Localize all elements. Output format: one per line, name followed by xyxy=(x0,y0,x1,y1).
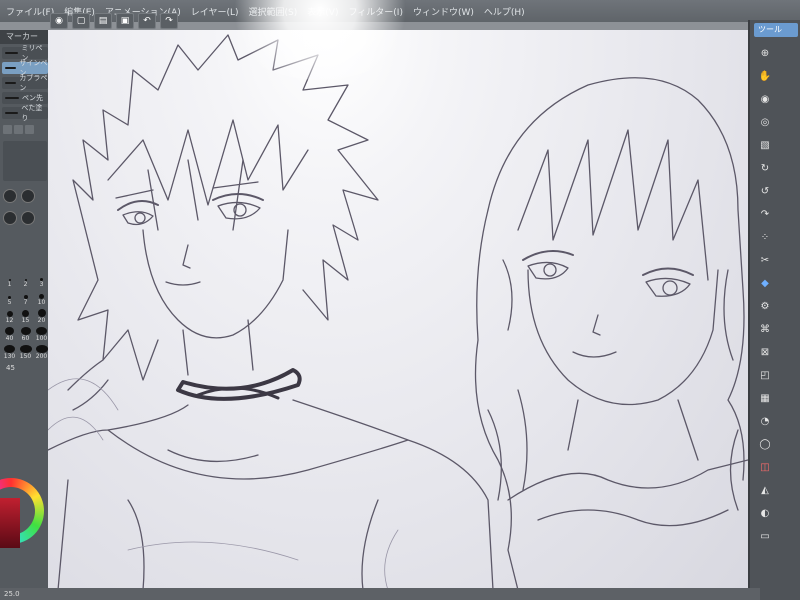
zoom-in-icon[interactable]: ⊕ xyxy=(758,46,772,60)
lineart-drawing xyxy=(48,34,748,590)
tool-panel: ツール ⊕ ✋ ◉ ◎ ▧ ↻ ↺ ↷ ⁘ ✂ ◆ ⚙ ⌘ ⊠ ◰ ▦ ◔ ◯ … xyxy=(748,20,800,600)
brush-size-option[interactable]: 130 xyxy=(3,345,16,360)
brush-preview xyxy=(3,141,47,181)
redo-icon[interactable]: ↷ xyxy=(160,13,178,29)
tool-list: ⊕ ✋ ◉ ◎ ▧ ↻ ↺ ↷ ⁘ ✂ ◆ ⚙ ⌘ ⊠ ◰ ▦ ◔ ◯ ◫ ◭ … xyxy=(753,40,777,543)
drawing-canvas[interactable] xyxy=(48,30,748,590)
brush-icon[interactable]: ◆ xyxy=(758,276,772,290)
sub-tool-icons xyxy=(0,122,50,137)
property-controls-2 xyxy=(0,207,50,229)
brush-size-option[interactable]: 1 xyxy=(3,273,16,288)
figure-icon[interactable]: ◔ xyxy=(758,414,772,428)
dial-icon[interactable] xyxy=(21,189,35,203)
undo-icon[interactable]: ↶ xyxy=(138,13,156,29)
dial-icon[interactable] xyxy=(3,189,17,203)
hand-icon[interactable]: ✋ xyxy=(758,69,772,83)
status-bar: 25.0 xyxy=(0,588,760,600)
pencil-icon[interactable]: ✂ xyxy=(758,253,772,267)
lasso-icon[interactable]: ↻ xyxy=(758,161,772,175)
blend-icon[interactable]: ⊠ xyxy=(758,345,772,359)
tool-panel-tab[interactable]: ツール xyxy=(754,23,798,37)
open-file-icon[interactable]: ▤ xyxy=(94,13,112,29)
brush-item[interactable]: べた塗り xyxy=(2,104,48,122)
brush-size-option[interactable]: 15 xyxy=(19,309,32,324)
app-logo-icon[interactable]: ◉ xyxy=(50,13,68,29)
property-controls xyxy=(0,185,50,207)
primary-color-swatch[interactable] xyxy=(0,498,20,548)
right-character-sketch xyxy=(474,77,748,590)
dial-icon[interactable] xyxy=(21,211,35,225)
gradient-icon[interactable]: ▦ xyxy=(758,391,772,405)
line-correction-icon[interactable]: ◭ xyxy=(758,483,772,497)
delete-icon[interactable] xyxy=(14,125,23,134)
brush-size-option[interactable]: 7 xyxy=(19,291,32,306)
selection-icon[interactable]: ▧ xyxy=(758,138,772,152)
sub-tool-header: マーカー xyxy=(0,30,50,44)
brush-size-option[interactable]: 12 xyxy=(3,309,16,324)
dial-icon[interactable] xyxy=(3,211,17,225)
pen-icon[interactable]: ⁘ xyxy=(758,230,772,244)
brush-size-option[interactable]: 3 xyxy=(35,273,48,288)
brush-size-option[interactable]: 100 xyxy=(35,327,48,342)
copy-icon[interactable] xyxy=(3,125,12,134)
brush-size-grid: 1 2 3 5 7 10 12 15 20 40 60 100 130 150 … xyxy=(0,269,50,364)
brush-size-option[interactable]: 150 xyxy=(19,345,32,360)
correction-icon[interactable]: ◐ xyxy=(758,506,772,520)
brush-size-option[interactable]: 2 xyxy=(19,273,32,288)
magic-wand-icon[interactable]: ↺ xyxy=(758,184,772,198)
command-toolbar: ◉ ▢ ▤ ▣ ↶ ↷ xyxy=(50,10,740,32)
eraser-icon[interactable]: ⌘ xyxy=(758,322,772,336)
settings-icon[interactable] xyxy=(25,125,34,134)
brush-item[interactable]: カブラペン xyxy=(2,74,48,92)
operation-icon[interactable]: ◉ xyxy=(758,92,772,106)
eyedropper-icon[interactable]: ↷ xyxy=(758,207,772,221)
move-layer-icon[interactable]: ◎ xyxy=(758,115,772,129)
zoom-readout: 25.0 xyxy=(4,590,20,598)
brush-size-option[interactable]: 5 xyxy=(3,291,16,306)
save-icon[interactable]: ▣ xyxy=(116,13,134,29)
brush-size-option[interactable]: 200 xyxy=(35,345,48,360)
balloon-icon[interactable]: ◫ xyxy=(758,460,772,474)
size-value: 45 xyxy=(6,364,15,372)
fill-icon[interactable]: ◰ xyxy=(758,368,772,382)
brush-size-option[interactable]: 60 xyxy=(19,327,32,342)
construction-lines xyxy=(48,378,399,590)
brush-size-option[interactable]: 20 xyxy=(35,309,48,324)
brush-size-option[interactable]: 10 xyxy=(35,291,48,306)
new-file-icon[interactable]: ▢ xyxy=(72,13,90,29)
brush-size-option[interactable]: 40 xyxy=(3,327,16,342)
airbrush-icon[interactable]: ⚙ xyxy=(758,299,772,313)
color-icon[interactable]: ▭ xyxy=(758,529,772,543)
text-icon[interactable]: ◯ xyxy=(758,437,772,451)
left-character-sketch xyxy=(48,34,494,590)
menu-item-file[interactable]: ファイル(F) xyxy=(6,5,54,18)
